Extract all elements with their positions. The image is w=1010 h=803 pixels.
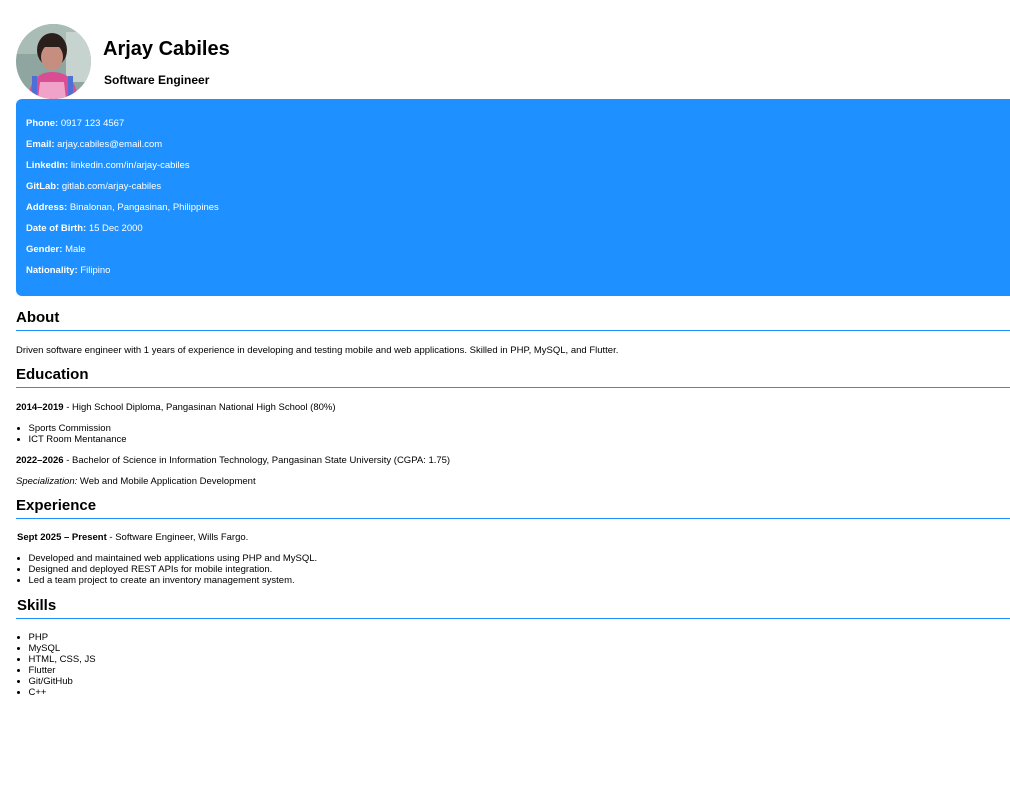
resume-header: Arjay Cabiles Software Engineer (16, 24, 1010, 99)
contact-value: linkedin.com/in/arjay-cabiles (70, 160, 190, 171)
contact-value: 0917 123 4567 (60, 118, 125, 129)
contact-label: Nationality: (26, 265, 78, 276)
contact-value: arjay.cabiles@email.com (57, 139, 163, 150)
skills-list: PHP MySQL HTML, CSS, JS Flutter Git/GitH… (16, 632, 1010, 698)
education-years: 2014–2019 (16, 402, 64, 413)
profile-name: Arjay Cabiles (103, 38, 230, 60)
education-detail: - Bachelor of Science in Information Tec… (63, 455, 451, 466)
contact-phone: Phone: 0917 123 4567 (26, 118, 1010, 139)
list-item: Designed and deployed REST APIs for mobi… (29, 564, 1010, 575)
list-item: HTML, CSS, JS (29, 654, 1010, 665)
section-divider (16, 387, 1010, 388)
contact-email: Email: arjay.cabiles@email.com (26, 139, 1010, 160)
list-item: Git/GitHub (29, 676, 1010, 687)
list-item: Flutter (29, 665, 1010, 676)
contact-value: gitlab.com/arjay-cabiles (61, 181, 162, 192)
education-heading: Education (16, 366, 89, 383)
contact-label: Gender: (26, 244, 63, 255)
education-years: 2022–2026 (16, 455, 64, 466)
education-specialization: Specialization: Web and Mobile Applicati… (16, 476, 1010, 487)
contact-panel: Phone: 0917 123 4567 Email: arjay.cabile… (16, 99, 1010, 296)
contact-value: Binalonan, Pangasinan, Philippines (69, 202, 219, 213)
contact-value: Male (65, 244, 86, 255)
education-detail: - High School Diploma, Pangasinan Nation… (63, 402, 336, 413)
list-item: Led a team project to create an inventor… (29, 575, 1010, 586)
resume-page: Arjay Cabiles Software Engineer Phone: 0… (16, 24, 1010, 698)
experience-role: - Software Engineer, Wills Fargo. (106, 532, 249, 543)
list-item: ICT Room Mentanance (29, 434, 1010, 445)
contact-value: 15 Dec 2000 (88, 223, 143, 234)
section-divider (16, 618, 1010, 619)
about-text: Driven software engineer with 1 years of… (16, 345, 619, 356)
contact-birthdate: Date of Birth: 15 Dec 2000 (26, 223, 1010, 244)
contact-label: Date of Birth: (26, 223, 87, 234)
education-highlights: Sports Commission ICT Room Mentanance (16, 423, 1010, 445)
experience-period: Sept 2025 – Present (17, 532, 107, 543)
specialization-value: Web and Mobile Application Development (77, 476, 256, 487)
contact-linkedin: LinkedIn: linkedin.com/in/arjay-cabiles (26, 160, 1010, 181)
education-entry: 2014–2019 - High School Diploma, Pangasi… (16, 402, 1010, 413)
profile-title: Software Engineer (104, 73, 210, 87)
experience-bullets: Developed and maintained web application… (16, 553, 1010, 586)
profile-photo (16, 24, 91, 99)
list-item: Sports Commission (29, 423, 1010, 434)
section-divider (16, 518, 1010, 519)
section-divider (16, 330, 1010, 331)
contact-label: LinkedIn: (26, 160, 69, 171)
specialization-label: Specialization: (16, 476, 78, 487)
list-item: Developed and maintained web application… (29, 553, 1010, 564)
name-block: Arjay Cabiles Software Engineer (103, 24, 230, 87)
skills-section: Skills PHP MySQL HTML, CSS, JS Flutter G… (16, 597, 1010, 698)
contact-value: Filipino (80, 265, 111, 276)
contact-label: Phone: (26, 118, 59, 129)
experience-section: Experience Sept 2025 – Present - Softwar… (16, 497, 1010, 586)
list-item: MySQL (29, 643, 1010, 654)
skills-heading: Skills (17, 597, 57, 614)
contact-address: Address: Binalonan, Pangasinan, Philippi… (26, 202, 1010, 223)
about-heading: About (16, 309, 60, 326)
education-entry: 2022–2026 - Bachelor of Science in Infor… (16, 455, 1010, 466)
contact-gitlab: GitLab: gitlab.com/arjay-cabiles (26, 181, 1010, 202)
contact-label: Email: (26, 139, 55, 150)
list-item: PHP (29, 632, 1010, 643)
about-section: About Driven software engineer with 1 ye… (16, 309, 1010, 356)
list-item: C++ (29, 687, 1010, 698)
contact-nationality: Nationality: Filipino (26, 265, 1010, 286)
experience-heading: Experience (16, 497, 97, 514)
contact-label: GitLab: (26, 181, 60, 192)
contact-label: Address: (26, 202, 68, 213)
contact-gender: Gender: Male (26, 244, 1010, 265)
experience-entry: Sept 2025 – Present - Software Engineer,… (17, 532, 1010, 543)
education-section: Education 2014–2019 - High School Diplom… (16, 366, 1010, 487)
